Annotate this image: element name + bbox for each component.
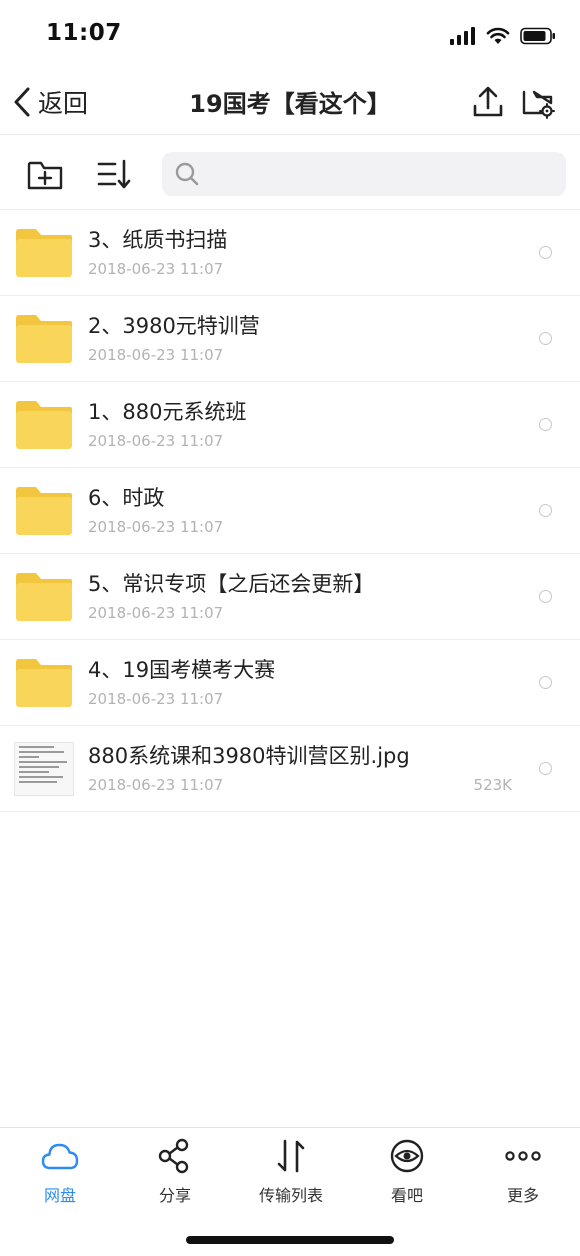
file-name: 4、19国考模考大赛 xyxy=(88,658,276,682)
more-icon xyxy=(505,1151,541,1161)
tab-label: 传输列表 xyxy=(258,1186,323,1205)
back-label: 返回 xyxy=(38,89,89,118)
file-row[interactable]: 3、纸质书扫描 2018-06-23 11:07 xyxy=(0,210,580,296)
file-list: 3、纸质书扫描 2018-06-23 11:07 2、3980元特训营 2018… xyxy=(0,210,580,812)
select-radio[interactable] xyxy=(539,504,552,517)
share-icon xyxy=(158,1138,189,1174)
file-row[interactable]: 6、时政 2018-06-23 11:07 xyxy=(0,468,580,554)
nav-bar: 返回 19国考【看这个】 xyxy=(0,70,580,134)
file-date: 2018-06-23 11:07 xyxy=(88,776,224,794)
select-radio[interactable] xyxy=(539,332,552,345)
back-button[interactable]: 返回 xyxy=(12,82,88,122)
tab-label: 更多 xyxy=(506,1186,539,1205)
file-row[interactable]: 2、3980元特训营 2018-06-23 11:07 xyxy=(0,296,580,382)
tab-label: 分享 xyxy=(158,1186,191,1205)
folder-icon xyxy=(16,229,72,277)
file-date: 2018-06-23 11:07 xyxy=(88,690,224,708)
folder-settings-button[interactable] xyxy=(520,84,556,120)
folder-icon xyxy=(16,659,72,707)
file-date: 2018-06-23 11:07 xyxy=(88,604,224,622)
sort-button[interactable] xyxy=(96,155,134,193)
new-folder-button[interactable] xyxy=(26,155,64,193)
file-date: 2018-06-23 11:07 xyxy=(88,432,224,450)
tab-label: 网盘 xyxy=(43,1186,76,1205)
file-name: 1、880元系统班 xyxy=(88,400,247,424)
file-name: 3、纸质书扫描 xyxy=(88,228,228,252)
tab-watch[interactable]: 看吧 xyxy=(349,1136,465,1216)
chevron-left-icon xyxy=(14,87,30,117)
folder-icon xyxy=(16,573,72,621)
battery-icon xyxy=(520,27,555,45)
file-name: 2、3980元特训营 xyxy=(88,314,260,338)
cloud-icon xyxy=(41,1143,79,1170)
select-radio[interactable] xyxy=(539,762,552,775)
eye-icon xyxy=(390,1139,424,1173)
search-input[interactable] xyxy=(208,152,554,196)
home-indicator[interactable] xyxy=(186,1236,394,1244)
tab-more[interactable]: 更多 xyxy=(465,1136,580,1216)
sort-icon xyxy=(97,159,131,189)
file-row[interactable]: 1、880元系统班 2018-06-23 11:07 xyxy=(0,382,580,468)
tab-share[interactable]: 分享 xyxy=(117,1136,233,1216)
folder-settings-icon xyxy=(522,90,555,119)
search-box[interactable] xyxy=(162,152,566,196)
folder-icon xyxy=(16,401,72,449)
select-radio[interactable] xyxy=(539,246,552,259)
folder-icon xyxy=(16,315,72,363)
file-size: 523K xyxy=(473,776,512,794)
signal-icon xyxy=(450,27,475,45)
file-row[interactable]: 5、常识专项【之后还会更新】 2018-06-23 11:07 xyxy=(0,554,580,640)
image-thumbnail xyxy=(14,742,74,796)
tab-netdisk[interactable]: 网盘 xyxy=(2,1136,118,1216)
select-radio[interactable] xyxy=(539,590,552,603)
select-radio[interactable] xyxy=(539,676,552,689)
folder-icon xyxy=(16,487,72,535)
status-icons xyxy=(450,24,556,48)
upload-icon xyxy=(473,86,503,117)
file-date: 2018-06-23 11:07 xyxy=(88,260,224,278)
file-date: 2018-06-23 11:07 xyxy=(88,346,224,364)
file-name: 880系统课和3980特训营区别.jpg xyxy=(88,744,410,768)
transfer-icon xyxy=(277,1139,305,1173)
status-bar: 11:07 xyxy=(0,0,580,70)
toolbar xyxy=(0,135,580,209)
tab-transfer-list[interactable]: 传输列表 xyxy=(233,1136,349,1216)
status-time: 11:07 xyxy=(46,20,122,46)
search-icon xyxy=(174,161,200,187)
upload-button[interactable] xyxy=(470,84,506,120)
file-row[interactable]: 4、19国考模考大赛 2018-06-23 11:07 xyxy=(0,640,580,726)
file-date: 2018-06-23 11:07 xyxy=(88,518,224,536)
wifi-icon xyxy=(486,27,510,44)
file-name: 6、时政 xyxy=(88,486,165,510)
add-folder-icon xyxy=(27,161,63,190)
select-radio[interactable] xyxy=(539,418,552,431)
page-title: 19国考【看这个】 xyxy=(189,90,391,118)
file-row[interactable]: 880系统课和3980特训营区别.jpg 2018-06-23 11:07 52… xyxy=(0,726,580,812)
file-name: 5、常识专项【之后还会更新】 xyxy=(88,572,375,596)
tab-label: 看吧 xyxy=(390,1186,423,1205)
